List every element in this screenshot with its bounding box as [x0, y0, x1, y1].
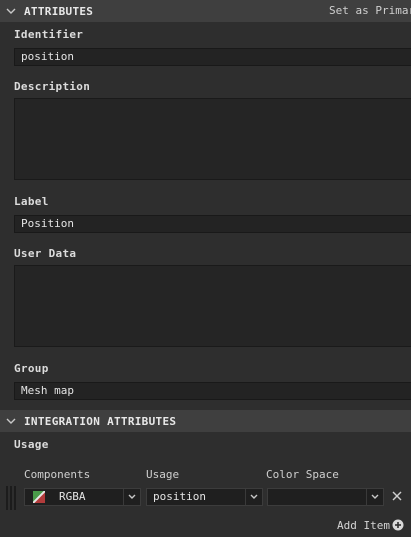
- group-label: Group: [14, 362, 49, 375]
- dropdown-arrow-icon: [123, 489, 140, 505]
- add-item-button[interactable]: Add Item: [337, 519, 390, 532]
- usage-value: position: [153, 490, 206, 503]
- usage-section-label: Usage: [14, 438, 49, 451]
- usage-dropdown[interactable]: position: [146, 488, 263, 506]
- attributes-header[interactable]: ATTRIBUTES Set as Primary: [0, 0, 411, 22]
- dropdown-arrow-icon: [245, 489, 262, 505]
- identifier-label: Identifier: [14, 28, 84, 41]
- label-label: Label: [14, 195, 49, 208]
- description-label: Description: [14, 80, 91, 93]
- integration-attributes-title: INTEGRATION ATTRIBUTES: [24, 414, 177, 428]
- attributes-title: ATTRIBUTES: [24, 4, 94, 18]
- drag-handle[interactable]: [6, 486, 20, 510]
- description-textarea[interactable]: [14, 98, 411, 180]
- rgba-swatch-icon: [33, 491, 45, 503]
- color-space-column-header: Color Space: [266, 468, 339, 481]
- components-value: RGBA: [59, 490, 86, 503]
- usage-column-header: Usage: [146, 468, 180, 481]
- chevron-down-icon[interactable]: [6, 416, 16, 426]
- integration-attributes-header[interactable]: INTEGRATION ATTRIBUTES: [0, 410, 411, 432]
- label-input[interactable]: Position: [14, 215, 411, 233]
- components-column-header: Components: [24, 468, 91, 481]
- close-icon[interactable]: [391, 490, 403, 502]
- chevron-down-icon[interactable]: [6, 6, 16, 16]
- identifier-input[interactable]: position: [14, 48, 411, 66]
- components-dropdown[interactable]: RGBA: [24, 488, 141, 506]
- set-as-primary-button[interactable]: Set as Primary: [329, 4, 411, 17]
- dropdown-arrow-icon: [366, 489, 383, 505]
- user-data-textarea[interactable]: [14, 265, 411, 347]
- add-circle-icon[interactable]: [392, 519, 404, 531]
- color-space-dropdown[interactable]: [267, 488, 384, 506]
- user-data-label: User Data: [14, 247, 77, 260]
- group-input[interactable]: Mesh map: [14, 382, 411, 400]
